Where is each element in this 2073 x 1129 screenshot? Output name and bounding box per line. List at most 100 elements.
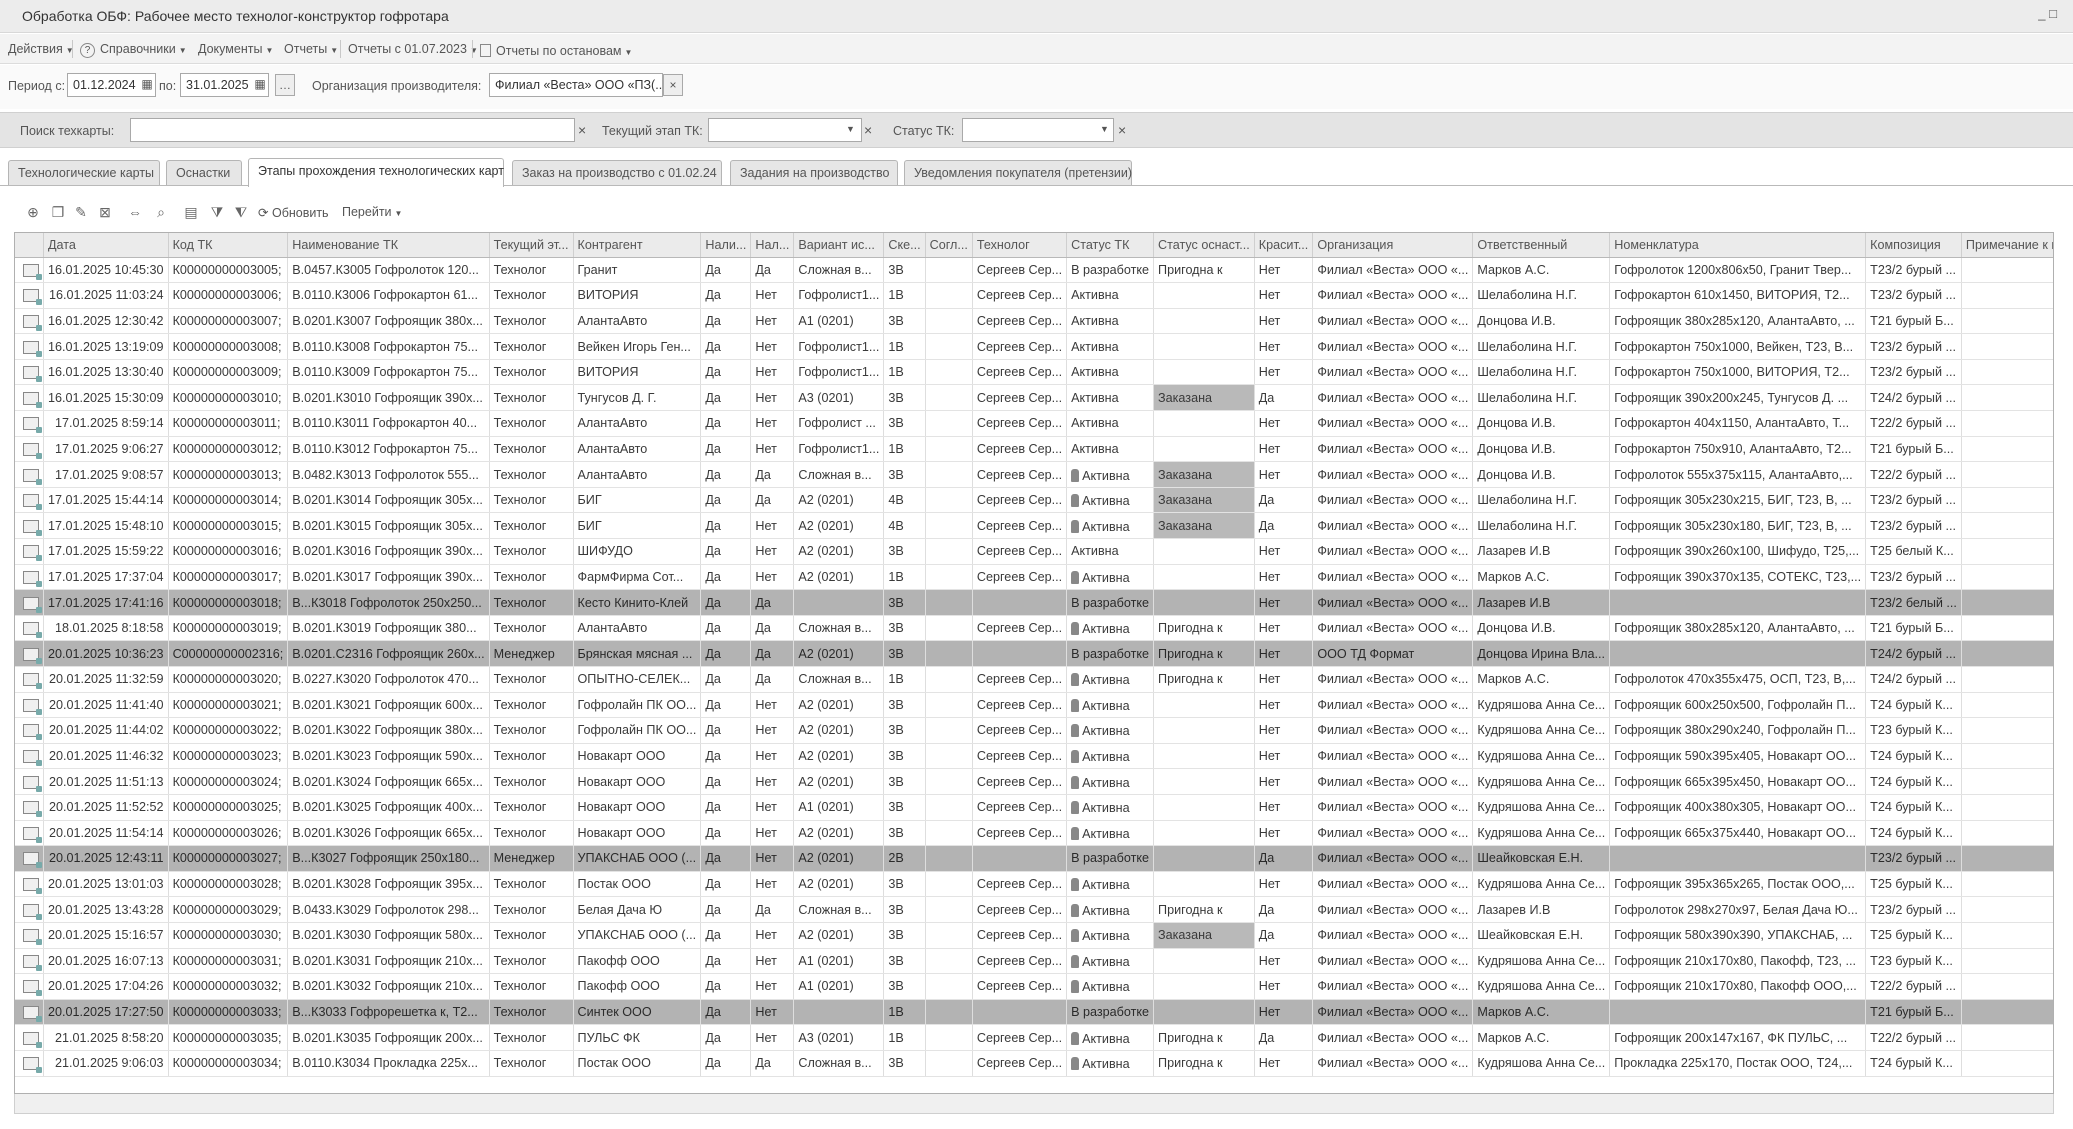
table-row[interactable]: 20.01.2025 17:04:26 К00000000003032; В.020… [15,973,2053,1000]
table-row[interactable]: 16.01.2025 13:19:09 К00000000003008; В.011… [15,333,2053,360]
table-row[interactable]: 20.01.2025 15:16:57 К00000000003030; В.020… [15,922,2053,949]
table-row[interactable]: 17.01.2025 15:44:14 К00000000003014; В.020… [15,487,2053,514]
delete-icon[interactable]: ⊠ [96,203,114,221]
chevron-down-icon[interactable]: ▼ [1100,124,1109,134]
table-row[interactable]: 20.01.2025 11:52:52 К00000000003025; В.020… [15,794,2053,821]
tab-tech-card-stages[interactable]: Этапы прохождения технологических карт [248,158,504,187]
org-field[interactable]: Филиал «Веста» ООО «ПЗ(... [489,73,663,97]
column-header[interactable]: Технолог [972,233,1068,258]
column-header[interactable]: Код ТК [168,233,289,258]
search-input[interactable] [130,118,575,142]
goto-button[interactable]: Перейти ▼ [342,205,402,219]
copy-icon[interactable]: ❐ [49,203,67,221]
table-cell: Активна [1066,615,1155,642]
menu-stoppage-reports[interactable]: Отчеты по остановам ▼ [480,42,632,58]
table-row[interactable]: 17.01.2025 15:48:10 К00000000003015; В.020… [15,512,2053,540]
table-row[interactable]: 16.01.2025 10:45:30 К00000000003005; В.045… [15,257,2053,284]
column-header[interactable]: Ске... [883,233,926,258]
clear-icon[interactable]: × [1118,122,1126,138]
table-row[interactable]: 17.01.2025 8:59:14 К00000000003011; В.0110… [15,410,2053,437]
table-row[interactable]: 17.01.2025 9:08:57 К00000000003013; В.0482… [15,461,2053,488]
column-header[interactable]: Дата [43,233,169,258]
table-row[interactable]: 20.01.2025 16:07:13 К00000000003031; В.020… [15,948,2053,975]
tab-production-orders[interactable]: Заказ на производство с 01.02.24 [512,160,722,185]
menu-documents[interactable]: Документы ▼ [198,42,273,56]
link-icon[interactable]: ⇔ [126,203,144,221]
calendar-icon[interactable]: ▦ [250,74,270,96]
clear-icon[interactable]: × [578,122,586,138]
table-row[interactable]: 18.01.2025 8:18:58 К00000000003019; В.0201… [15,615,2053,642]
column-header[interactable] [15,233,44,258]
clear-icon[interactable]: × [663,74,683,96]
column-header[interactable]: Номенклатура [1609,233,1867,258]
column-header[interactable]: Статус оснаст... [1153,233,1255,258]
column-header[interactable]: Вариант ис... [793,233,885,258]
table-row[interactable]: 20.01.2025 11:41:40 К00000000003021; В.020… [15,692,2053,719]
column-header[interactable]: Композиция [1865,233,1962,258]
search-icon[interactable]: ⌕ [152,203,170,221]
period-select-button[interactable]: … [275,74,295,96]
add-icon[interactable]: ⊕ [24,203,42,221]
table-cell: Нет [1254,768,1314,795]
table-row[interactable]: 20.01.2025 10:36:23 С00000000002316; В.020… [15,640,2053,667]
column-header[interactable]: Ответственный [1472,233,1611,258]
table-row[interactable]: 16.01.2025 11:03:24 К00000000003006; В.011… [15,282,2053,309]
menu-reports-since-2023[interactable]: Отчеты с 01.07.2023 ▼ [348,42,478,56]
table-row[interactable]: 16.01.2025 15:30:09 К00000000003010; В.020… [15,384,2053,412]
table-row[interactable]: 20.01.2025 13:01:03 К00000000003028; В.020… [15,871,2053,898]
column-header[interactable]: Наименование ТК [287,233,490,258]
window-controls[interactable]: _ □ [2038,6,2057,21]
tab-tooling[interactable]: Оснастки [166,160,242,185]
table-cell: Гофроящик 665х395х450, Новакарт ОО... [1609,768,1867,795]
edit-icon[interactable]: ✎ [72,203,90,221]
table-row[interactable]: 17.01.2025 15:59:22 К00000000003016; В.020… [15,538,2053,565]
status-select[interactable] [962,118,1114,142]
status-person-icon [1071,980,1080,994]
table-row[interactable]: 20.01.2025 17:27:50 К00000000003033; В...К… [15,999,2053,1026]
table-row[interactable]: 17.01.2025 17:37:04 К00000000003017; В.020… [15,564,2053,591]
table-row[interactable]: 20.01.2025 11:46:32 К00000000003023; В.020… [15,743,2053,770]
tab-tech-cards[interactable]: Технологические карты [8,160,160,185]
table-cell [1961,461,2053,488]
table-cell: Нет [750,538,795,565]
table-row[interactable]: 16.01.2025 12:30:42 К00000000003007; В.020… [15,308,2053,335]
table-row[interactable]: 21.01.2025 9:06:03 К00000000003034; В.0110… [15,1050,2053,1077]
stage-select[interactable] [708,118,862,142]
column-header[interactable]: Нал... [750,233,795,258]
column-header[interactable]: Примечание к произ... [1961,233,2053,258]
horizontal-scrollbar[interactable] [14,1094,2054,1114]
table-row[interactable]: 20.01.2025 11:54:14 К00000000003026; В.020… [15,820,2053,847]
table-row[interactable]: 20.01.2025 11:44:02 К00000000003022; В.020… [15,717,2053,744]
menu-actions[interactable]: Действия ▼ [8,42,74,56]
chevron-down-icon[interactable]: ▼ [846,124,855,134]
column-header[interactable]: Контрагент [573,233,702,258]
column-header[interactable]: Статус ТК [1066,233,1155,258]
table-row[interactable]: 17.01.2025 9:06:27 К00000000003012; В.0110… [15,436,2053,463]
column-header[interactable]: Организация [1312,233,1474,258]
filter-icon[interactable]: ⧩ [208,203,226,221]
menu-references[interactable]: ? Справочники ▼ [80,42,187,58]
column-header[interactable]: Красит... [1254,233,1314,258]
document-icon [23,442,42,459]
clear-icon[interactable]: × [864,122,872,138]
tab-production-tasks[interactable]: Задания на производство [730,160,898,185]
table-row[interactable]: 16.01.2025 13:30:40 К00000000003009; В.011… [15,359,2053,386]
menu-reports[interactable]: Отчеты ▼ [284,42,338,56]
table-row[interactable]: 20.01.2025 11:51:13 К00000000003024; В.020… [15,768,2053,795]
table-cell: Филиал «Веста» ООО «... [1312,538,1474,565]
table-row[interactable]: 20.01.2025 11:32:59 К00000000003020; В.022… [15,666,2053,693]
table-row[interactable]: 21.01.2025 8:58:20 К00000000003035; В.0201… [15,1024,2053,1051]
table-row[interactable]: 20.01.2025 12:43:11 К00000000003027; В...К… [15,845,2053,872]
calendar-icon[interactable]: ▦ [137,74,157,96]
column-header[interactable]: Текущий эт... [489,233,574,258]
column-header[interactable]: Нали... [700,233,752,258]
table-cell: Т22/2 бурый ... [1865,461,1962,488]
table-row[interactable]: 20.01.2025 13:43:28 К00000000003029; В.043… [15,896,2053,923]
document-icon [23,980,42,997]
filter-list-icon[interactable]: ▤ [182,203,200,221]
column-header[interactable]: Согл... [925,233,973,258]
table-row[interactable]: 17.01.2025 17:41:16 К00000000003018; В...К… [15,589,2053,616]
refresh-button[interactable]: ⟳ Обновить [258,205,329,220]
tab-customer-claims[interactable]: Уведомления покупателя (претензии) [904,160,1132,185]
filter-clear-icon[interactable]: ⧨ [232,203,250,221]
